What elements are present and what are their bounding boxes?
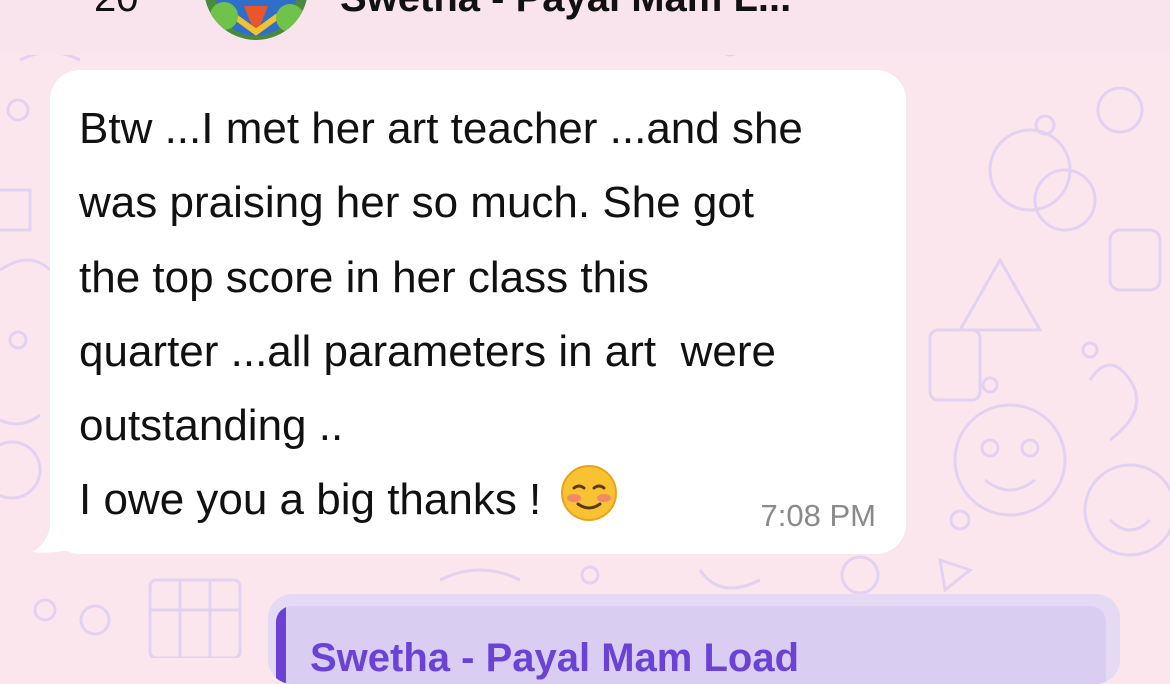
quote-accent-bar — [276, 606, 286, 684]
phone-call-icon[interactable] — [1030, 0, 1090, 16]
message-timestamp: 7:08 PM — [760, 498, 876, 533]
chat-header: 20 Swetha - Payal Mam L... — [0, 0, 1170, 55]
video-call-icon[interactable] — [872, 0, 952, 14]
contact-avatar[interactable] — [204, 0, 308, 40]
unread-count[interactable]: 20 — [94, 0, 139, 21]
quoted-author: Swetha - Payal Mam Load — [310, 636, 800, 680]
back-chevron-icon[interactable] — [20, 0, 70, 20]
contact-name[interactable]: Swetha - Payal Mam L... — [340, 0, 791, 21]
smiling-face-with-blush-icon — [560, 465, 617, 522]
quoted-message[interactable]: Swetha - Payal Mam Load — [276, 606, 1106, 684]
message-body: Btw ...I met her art teacher ...and she … — [79, 104, 803, 525]
outgoing-reply-bubble[interactable]: Swetha - Payal Mam Load — [268, 594, 1120, 684]
incoming-message-bubble[interactable]: Btw ...I met her art teacher ...and she … — [50, 70, 906, 554]
message-text: Btw ...I met her art teacher ...and she … — [79, 92, 889, 538]
